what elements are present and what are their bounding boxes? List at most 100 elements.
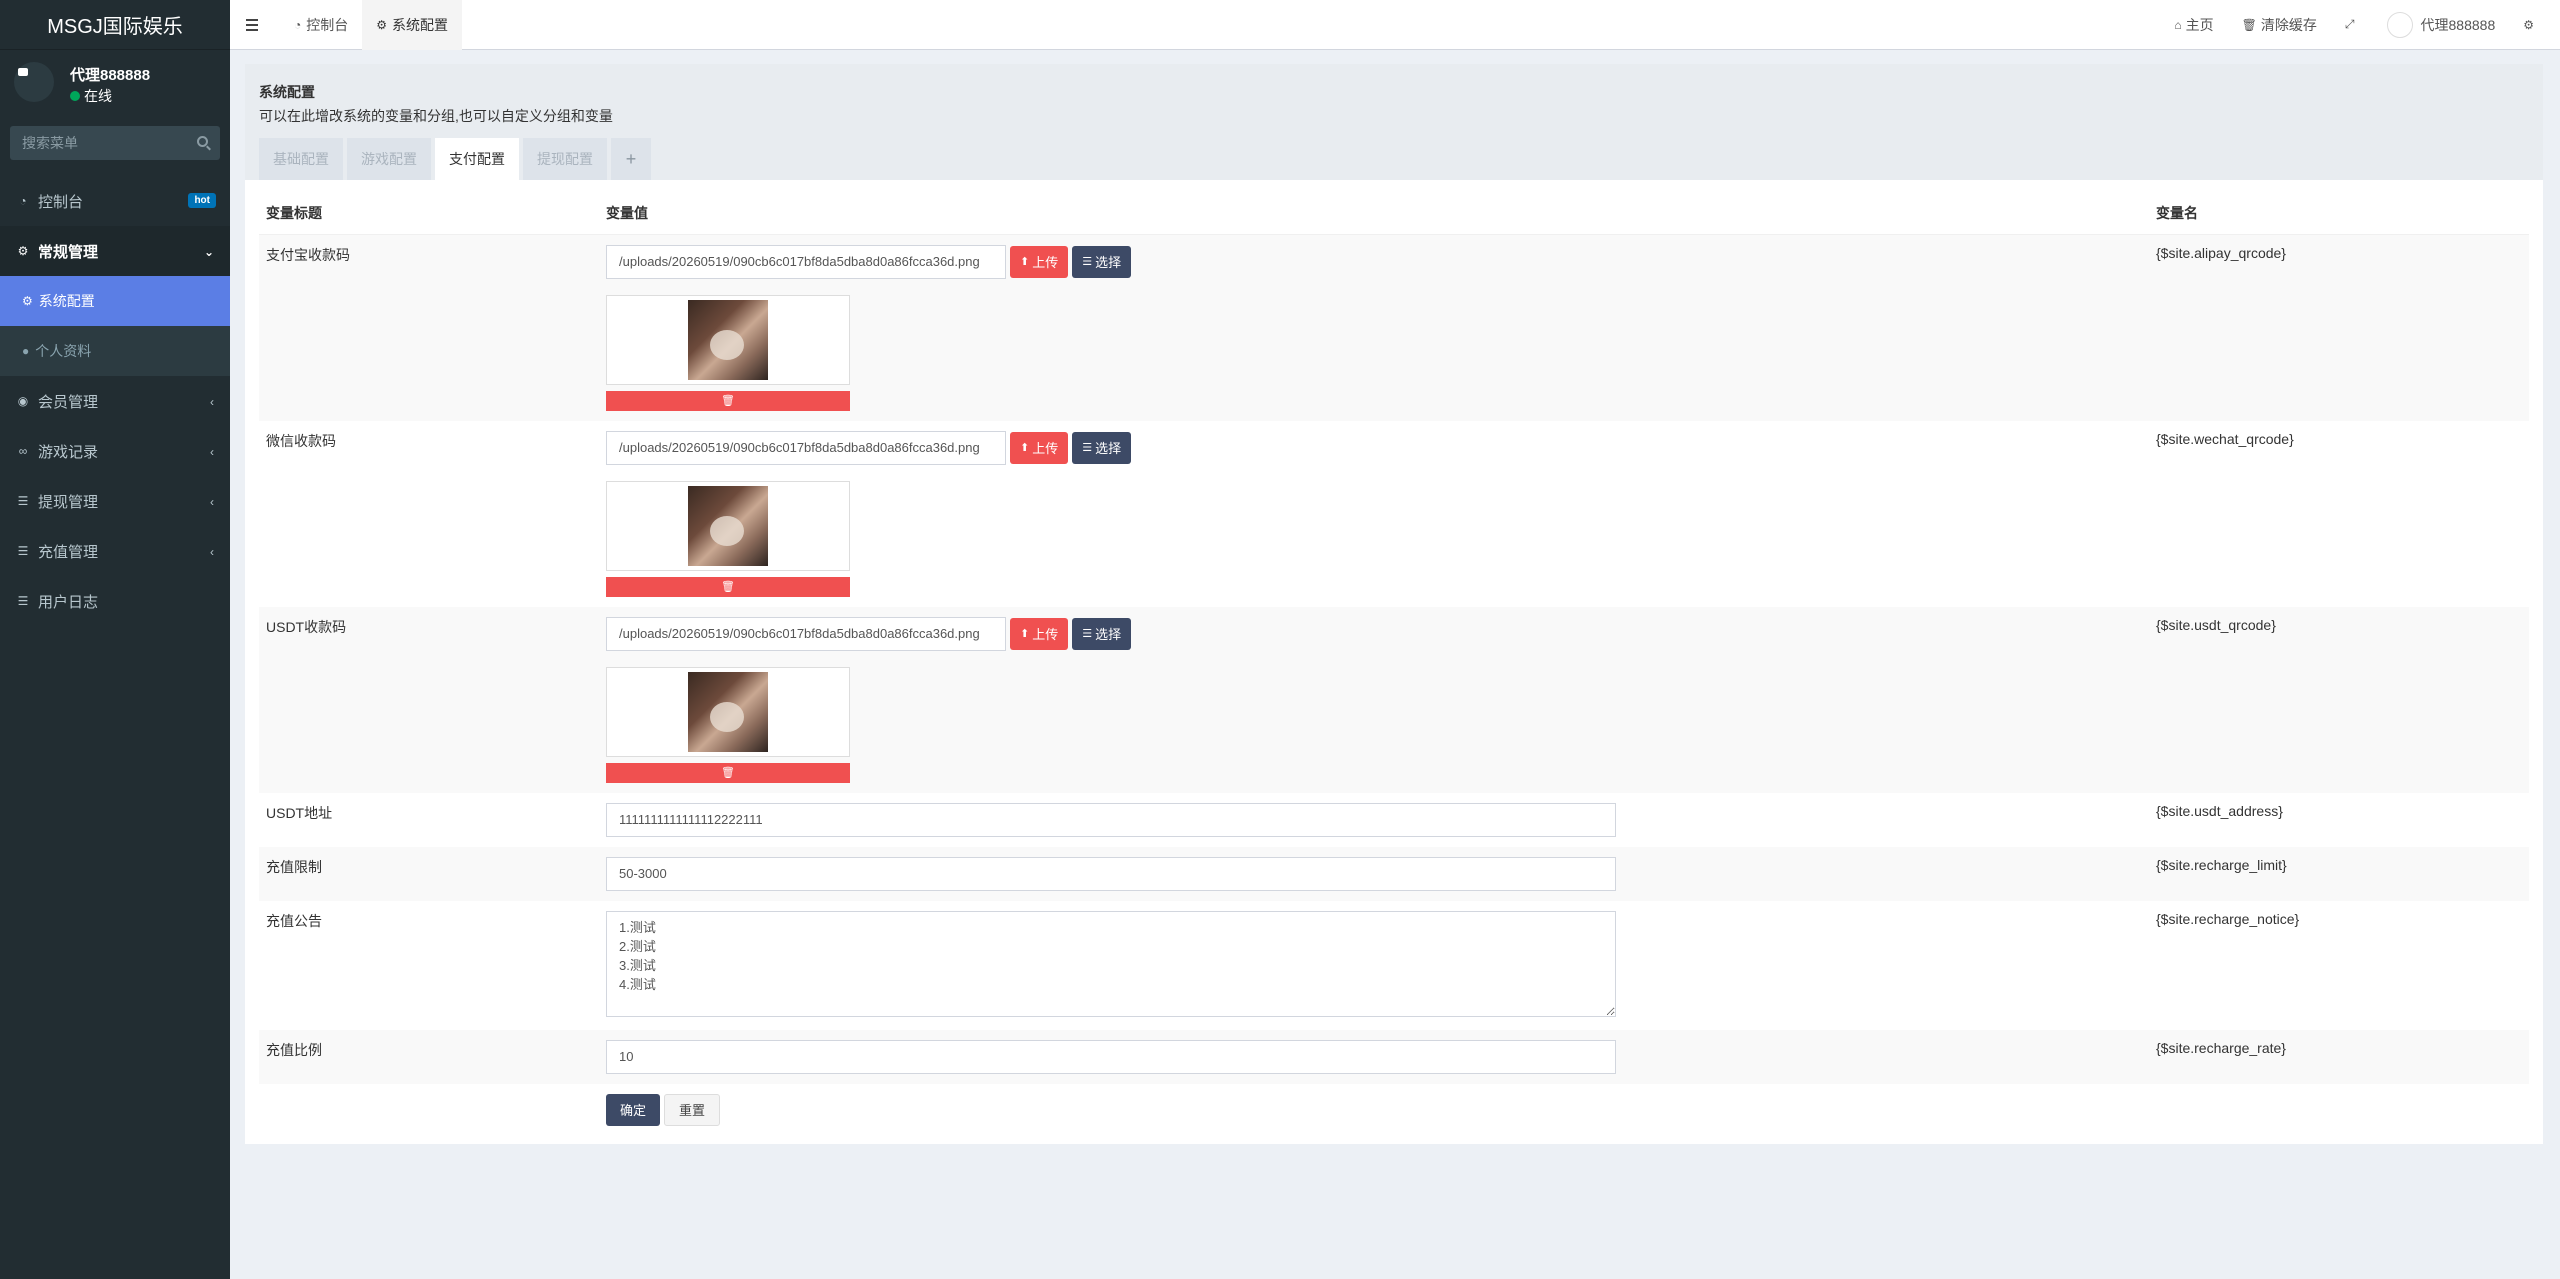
trash-icon: 🗑	[721, 767, 735, 779]
choose-label: 选择	[1095, 627, 1122, 642]
form-actions: 确定 重置	[599, 1084, 2149, 1136]
reset-button[interactable]: 重置	[664, 1093, 721, 1126]
upload-button[interactable]: ⬆ 上传	[1010, 617, 1069, 650]
list-icon: ☰	[1082, 442, 1093, 454]
tab-payment-config[interactable]: 支付配置	[435, 138, 519, 180]
sidebar-item-label: 充值管理	[38, 543, 99, 561]
user-name: 代理888888	[70, 67, 151, 84]
delete-image-button[interactable]: 🗑	[606, 576, 850, 597]
preview-image	[688, 671, 768, 752]
dashboard-icon: ◔	[19, 194, 27, 208]
choose-label: 选择	[1095, 255, 1122, 270]
sidebar-item-label: 用户日志	[38, 593, 99, 611]
recharge-rate-input[interactable]: 10	[606, 1039, 1616, 1074]
sidebar-item-dashboard[interactable]: ◔ 控制台 hot	[0, 176, 230, 226]
search-input[interactable]	[22, 135, 202, 151]
sidebar-item-system-config[interactable]: ⚙ 系统配置	[0, 276, 230, 326]
gamepad-icon: ∞	[18, 444, 28, 458]
sidebar-item-label: 系统配置	[38, 293, 95, 309]
tab-label: 控制台	[306, 16, 349, 33]
row-title: 充值公告	[266, 912, 322, 929]
config-table: 变量标题 变量值 变量名 支付宝收款码 /uploads/20260519/09…	[259, 192, 2529, 1136]
tab-system-config[interactable]: ⚙ 系统配置	[362, 0, 463, 50]
page-subtitle: 可以在此增改系统的变量和分组,也可以自定义分组和变量	[259, 108, 613, 124]
sidebar-item-recharge[interactable]: ☰ 充值管理 ‹	[0, 526, 230, 576]
sidebar-item-game-records[interactable]: ∞ 游戏记录 ‹	[0, 426, 230, 476]
upload-icon: ⬆	[1020, 256, 1030, 268]
submit-button[interactable]: 确定	[606, 1093, 661, 1126]
choose-button[interactable]: ☰ 选择	[1072, 245, 1132, 278]
choose-button[interactable]: ☰ 选择	[1072, 431, 1132, 464]
row-varname: {$site.recharge_rate}	[2149, 1029, 2529, 1084]
menu-toggle-icon[interactable]	[246, 15, 268, 35]
status-text: 在线	[84, 88, 112, 104]
delete-image-button[interactable]: 🗑	[606, 762, 850, 783]
sidebar-item-withdraw[interactable]: ☰ 提现管理 ‹	[0, 476, 230, 526]
search-icon[interactable]	[197, 136, 208, 147]
fullscreen-button[interactable]: ⤢	[2331, 0, 2373, 50]
gear-icon: ⚙	[22, 294, 33, 308]
usdt-qrcode-input[interactable]: /uploads/20260519/090cb6c017bf8da5dba8d0…	[606, 616, 1006, 651]
sidebar-item-label: 游戏记录	[38, 443, 99, 461]
submenu-general: ⚙ 系统配置 ● 个人资料	[0, 276, 230, 376]
column-header: 变量标题	[259, 192, 599, 235]
tab-withdraw-config[interactable]: 提现配置	[523, 138, 607, 180]
row-value: 1.测试 2.测试 3.测试 4.测试	[599, 901, 2149, 1030]
row-value: /uploads/20260519/090cb6c017bf8da5dba8d0…	[599, 421, 2149, 607]
recharge-limit-input[interactable]: 50-3000	[606, 856, 1616, 891]
app-logo[interactable]: MSGJ国际娱乐	[0, 0, 230, 50]
row-varname: {$site.wechat_qrcode}	[2156, 430, 2294, 447]
sidebar-item-profile[interactable]: ● 个人资料	[0, 326, 230, 376]
row-title: USDT收款码	[259, 606, 599, 793]
table-row: USDT收款码 /uploads/20260519/090cb6c017bf8d…	[259, 606, 2529, 793]
alipay-qrcode-input[interactable]: /uploads/20260519/090cb6c017bf8da5dba8d0…	[606, 244, 1006, 279]
clear-cache-button[interactable]: 🗑 清除缓存	[2228, 0, 2331, 50]
sidebar-item-user-log[interactable]: ☰ 用户日志	[0, 576, 230, 626]
image-preview[interactable]	[606, 480, 850, 571]
user-icon: ●	[22, 344, 30, 358]
chevron-left-icon: ‹	[210, 445, 214, 459]
delete-image-button[interactable]: 🗑	[606, 390, 850, 411]
row-varname: {$site.usdt_qrcode}	[2149, 606, 2529, 793]
upload-row: /uploads/20260519/090cb6c017bf8da5dba8d0…	[606, 430, 2142, 465]
sidebar-item-label: 个人资料	[35, 343, 92, 359]
sidebar-item-label: 控制台	[38, 193, 84, 211]
tab-game-config[interactable]: 游戏配置	[347, 138, 431, 180]
chevron-left-icon: ‹	[210, 495, 214, 509]
row-title: 充值比例	[259, 1029, 599, 1084]
row-value: 10	[599, 1029, 2149, 1084]
tab-dashboard[interactable]: ◔ 控制台	[280, 0, 362, 50]
upload-button[interactable]: ⬆ 上传	[1010, 245, 1069, 278]
recharge-notice-textarea[interactable]: 1.测试 2.测试 3.测试 4.测试	[606, 910, 1616, 1017]
home-link[interactable]: ⌂ 主页	[2160, 0, 2227, 50]
header-username: 代理888888	[2420, 16, 2496, 33]
table-row: 充值限制 50-3000 {$site.recharge_limit}	[259, 846, 2529, 901]
sidebar-item-general[interactable]: ⚙ 常规管理 ⌄	[0, 226, 230, 276]
usdt-address-input[interactable]: 1111111111111112222111	[606, 802, 1616, 837]
settings-button[interactable]: ⚙	[2509, 0, 2552, 50]
table-row: 微信收款码 /uploads/20260519/090cb6c017bf8da5…	[259, 421, 2529, 607]
choose-button[interactable]: ☰ 选择	[1072, 617, 1132, 650]
preview-image	[688, 299, 768, 380]
list-icon: ☰	[1082, 256, 1093, 268]
config-tabs: 基础配置 游戏配置 支付配置 提现配置 +	[259, 138, 655, 180]
row-title: USDT地址	[266, 804, 333, 821]
sidebar-item-members[interactable]: ◉ 会员管理 ‹	[0, 376, 230, 426]
upload-button[interactable]: ⬆ 上传	[1010, 431, 1069, 464]
user-menu[interactable]: 代理888888	[2373, 0, 2510, 50]
wechat-qrcode-input[interactable]: /uploads/20260519/090cb6c017bf8da5dba8d0…	[606, 430, 1006, 465]
row-varname: {$site.recharge_notice}	[2156, 910, 2300, 927]
row-value: /uploads/20260519/090cb6c017bf8da5dba8d0…	[599, 606, 2149, 793]
add-tab-button[interactable]: +	[611, 138, 651, 180]
hot-badge: hot	[188, 193, 216, 208]
image-preview[interactable]	[606, 666, 850, 757]
gear-icon: ⚙	[376, 17, 388, 32]
table-row: 充值比例 10 {$site.recharge_rate}	[259, 1029, 2529, 1084]
choose-label: 选择	[1095, 441, 1122, 456]
row-title: 充值限制	[259, 846, 599, 901]
image-preview[interactable]	[606, 294, 850, 385]
tab-basic-config[interactable]: 基础配置	[259, 138, 343, 180]
cogs-icon: ⚙	[2523, 17, 2534, 32]
upload-label: 上传	[1032, 255, 1059, 270]
row-varname: {$site.usdt_address}	[2156, 802, 2283, 819]
